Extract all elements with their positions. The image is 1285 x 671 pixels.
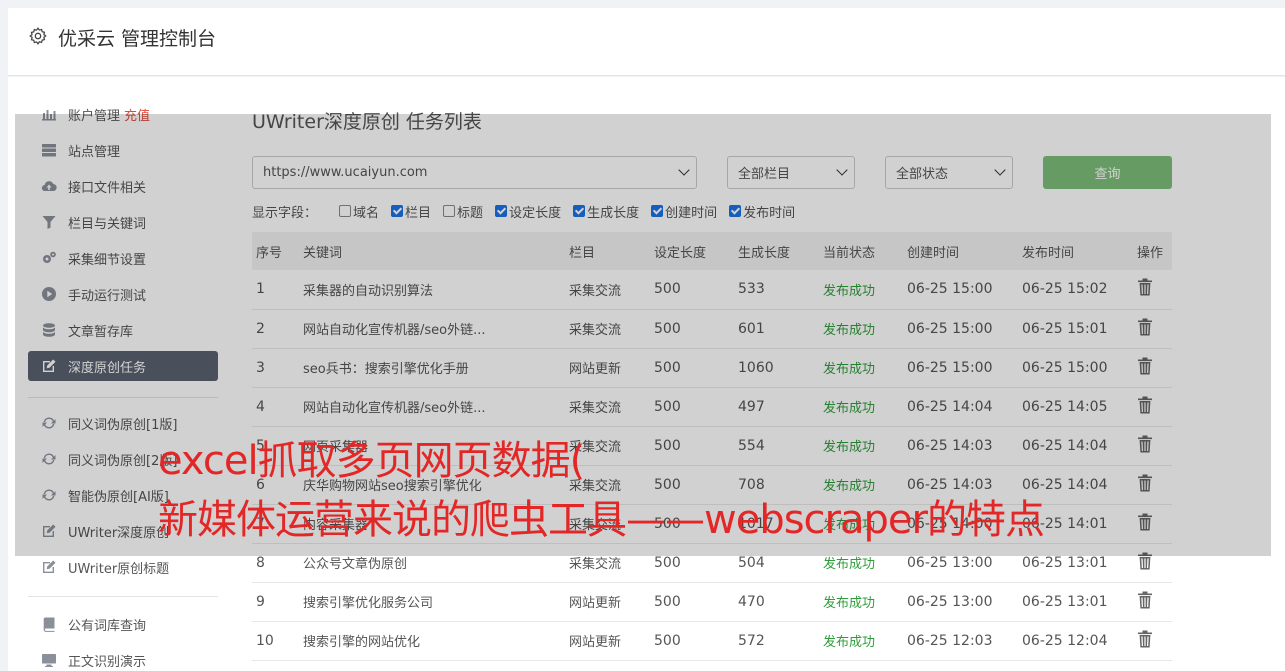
sidebar-item-label: 正文识别演示: [68, 654, 147, 670]
row-set-length: 500: [654, 632, 681, 649]
trash-icon[interactable]: [1137, 591, 1153, 609]
row-index: 10: [256, 632, 274, 649]
row-keyword: 搜索引擎优化服务公司: [303, 596, 434, 611]
row-gen-length: 470: [738, 593, 765, 610]
sidebar-item-text-recognition[interactable]: 正文识别演示: [28, 645, 218, 671]
row-category: 网站更新: [569, 635, 622, 650]
top-bar: 优采云 管理控制台: [8, 8, 1285, 76]
monitor-icon: [40, 651, 58, 669]
row-keyword: 搜索引擎的网站优化: [303, 635, 421, 650]
caption-line-1: excel抓取多页网页数据(: [158, 438, 585, 484]
trash-icon[interactable]: [1137, 630, 1153, 648]
app-title: 优采云 管理控制台: [58, 28, 217, 50]
sidebar-item-label: 公有词库查询: [68, 618, 147, 634]
row-actions: [1133, 621, 1172, 660]
row-category: 网站更新: [569, 596, 622, 611]
row-index: 9: [256, 593, 265, 610]
row-gen-length: 572: [738, 632, 765, 649]
row-status: 发布成功: [823, 596, 876, 611]
row-actions: [1133, 582, 1172, 621]
book-icon: [40, 615, 58, 633]
row-status: 发布成功: [823, 635, 876, 650]
edit-icon: [40, 558, 58, 576]
image-overlay: [15, 114, 1271, 556]
row-published-time: 06-25 12:04: [1022, 632, 1108, 649]
row-created-time: 06-25 12:03: [907, 632, 993, 649]
sidebar-item-public-lexicon[interactable]: 公有词库查询: [28, 609, 218, 639]
sidebar-item-uwriter-title[interactable]: UWriter原创标题: [28, 552, 218, 582]
row-created-time: 06-25 13:00: [907, 593, 993, 610]
table-row: 10 搜索引擎的网站优化 网站更新 500 572 发布成功 06-25 12:03 06-2…: [252, 621, 1172, 660]
row-set-length: 500: [654, 593, 681, 610]
sidebar-divider: [28, 596, 218, 597]
caption-line-2: 新媒体运营来说的爬虫工具——webscraper的特点: [158, 497, 1045, 543]
gear-icon[interactable]: [28, 26, 48, 46]
table-row: 9 搜索引擎优化服务公司 网站更新 500 470 发布成功 06-25 13:00 06-2…: [252, 582, 1172, 621]
sidebar-item-label: UWriter原创标题: [68, 561, 170, 577]
row-published-time: 06-25 13:01: [1022, 593, 1108, 610]
